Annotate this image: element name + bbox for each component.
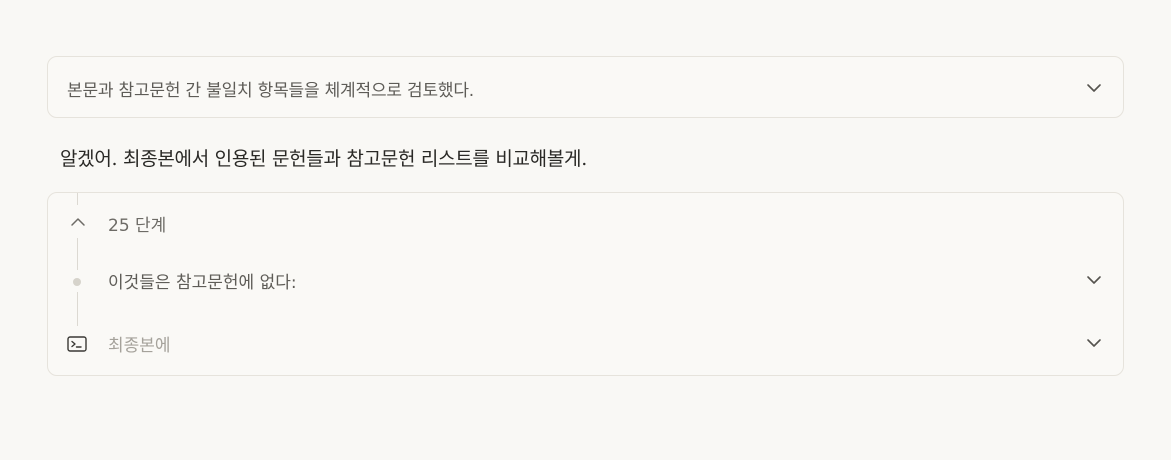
chevron-up-icon[interactable] [70, 216, 86, 228]
thinking-summary-card[interactable]: 본문과 참고문헌 간 불일치 항목들을 체계적으로 검토했다. [47, 56, 1124, 118]
chevron-down-icon[interactable] [1086, 337, 1102, 349]
timeline-connector [77, 193, 78, 205]
terminal-icon [67, 336, 87, 352]
step-command-text[interactable]: 최종본에 [108, 331, 171, 356]
timeline-connector [77, 238, 78, 270]
dot-icon [73, 278, 81, 286]
thinking-summary-text: 본문과 참고문헌 간 불일치 항목들을 체계적으로 검토했다. [67, 81, 474, 101]
timeline-connector [77, 292, 78, 326]
step-item-text[interactable]: 이것들은 참고문헌에 없다: [108, 268, 297, 293]
chevron-down-icon[interactable] [1086, 82, 1102, 94]
chevron-down-icon[interactable] [1086, 274, 1102, 286]
assistant-message: 알겠어. 최종본에서 인용된 문헌들과 참고문헌 리스트를 비교해볼게. [60, 148, 587, 170]
step-count-label[interactable]: 25 단계 [108, 211, 166, 236]
